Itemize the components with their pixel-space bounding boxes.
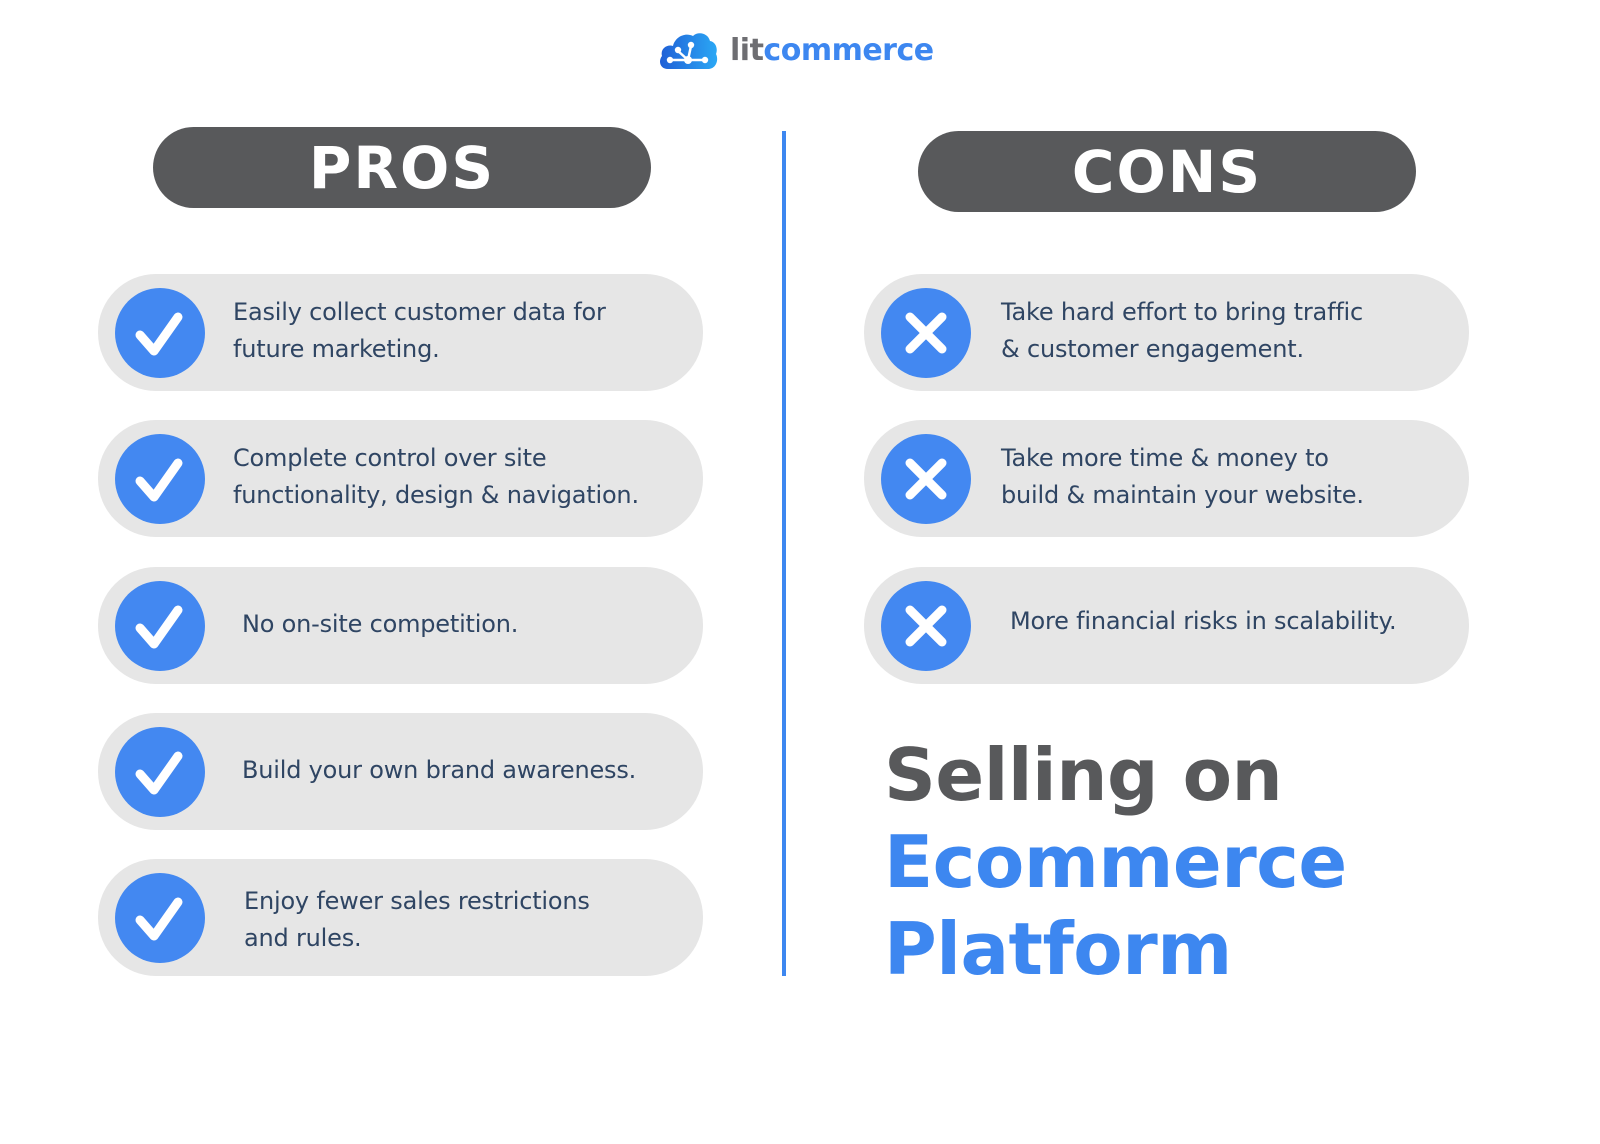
cloud-network-icon <box>660 33 718 69</box>
headline-line-1: Selling on <box>884 733 1283 817</box>
x-icon <box>905 458 947 500</box>
cons-item-text: More financial risks in scalability. <box>1010 607 1397 635</box>
column-divider <box>782 131 786 976</box>
check-icon <box>135 751 183 795</box>
headline-line-2: Ecommerce <box>884 820 1347 904</box>
check-icon <box>135 605 183 649</box>
cons-item: Take more time & money to build & mainta… <box>864 420 1469 537</box>
brand-name-commerce: commerce <box>763 32 934 68</box>
check-badge <box>115 581 205 671</box>
check-badge <box>115 873 205 963</box>
pros-item-text: Easily collect customer data for future … <box>233 298 606 363</box>
cons-item: Take hard effort to bring traffic & cust… <box>864 274 1469 391</box>
pros-item: Build your own brand awareness. <box>98 713 703 830</box>
pros-item-text: Complete control over site functionality… <box>233 444 639 509</box>
cons-header: CONS <box>918 131 1416 212</box>
check-icon <box>135 312 183 356</box>
check-icon <box>135 458 183 502</box>
brand-name-lit: lit <box>730 32 764 68</box>
check-badge <box>115 434 205 524</box>
x-badge <box>881 434 971 524</box>
headline: Selling on Ecommerce Platform <box>884 732 1347 993</box>
brand-logo: litcommerce <box>658 28 934 72</box>
pros-item-text: Build your own brand awareness. <box>242 756 637 784</box>
pros-item-text: Enjoy fewer sales restrictions and rules… <box>244 887 590 952</box>
x-badge <box>881 581 971 671</box>
pros-item: Easily collect customer data for future … <box>98 274 703 391</box>
check-badge <box>115 288 205 378</box>
x-icon <box>905 605 947 647</box>
cons-item: More financial risks in scalability. <box>864 567 1469 684</box>
pros-item: Complete control over site functionality… <box>98 420 703 537</box>
x-icon <box>905 312 947 354</box>
check-badge <box>115 727 205 817</box>
pros-item-text: No on-site competition. <box>242 610 519 638</box>
brand-name: litcommerce <box>730 33 934 68</box>
headline-line-3: Platform <box>884 907 1232 991</box>
pros-item: Enjoy fewer sales restrictions and rules… <box>98 859 703 976</box>
pros-header: PROS <box>153 127 651 208</box>
cons-item-text: Take hard effort to bring traffic & cust… <box>1001 298 1364 363</box>
check-icon <box>135 897 183 941</box>
cons-item-text: Take more time & money to build & mainta… <box>1001 444 1364 509</box>
pros-item: No on-site competition. <box>98 567 703 684</box>
x-badge <box>881 288 971 378</box>
